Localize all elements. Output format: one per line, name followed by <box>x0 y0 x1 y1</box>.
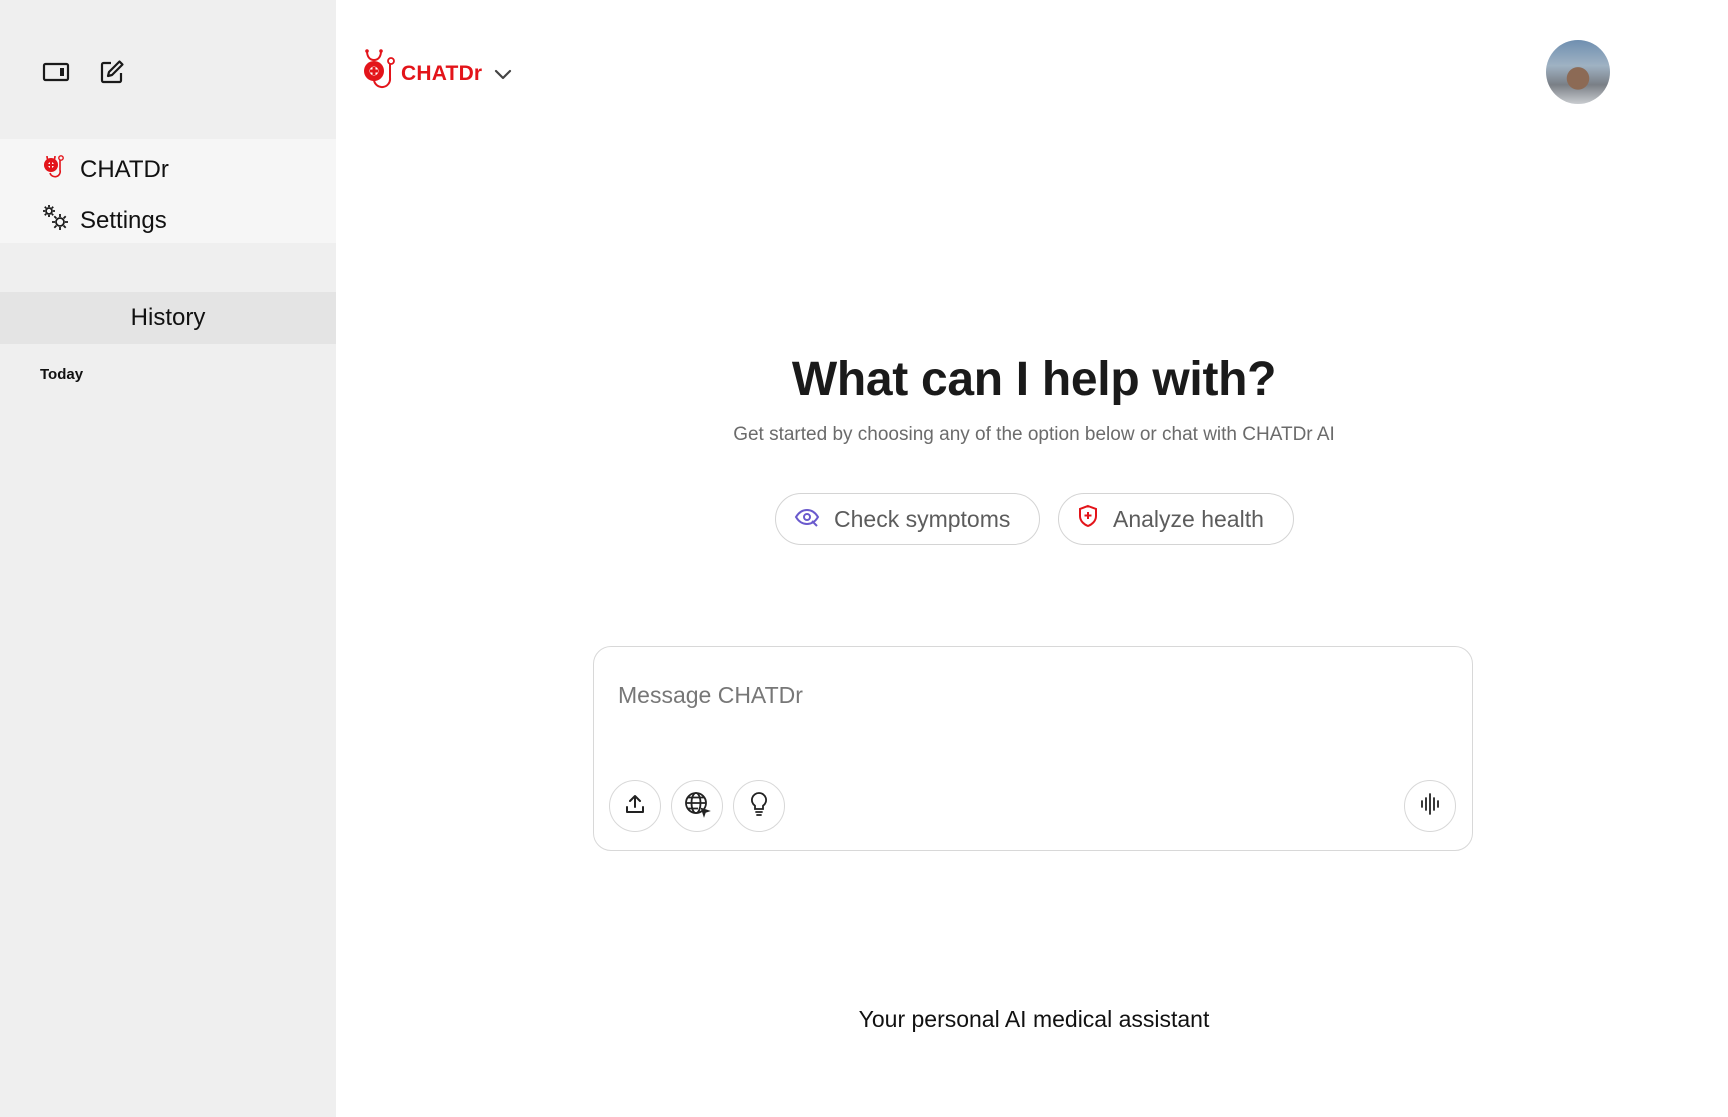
page-subtitle: Get started by choosing any of the optio… <box>733 424 1335 445</box>
lightbulb-icon <box>747 791 771 822</box>
message-composer <box>593 646 1473 851</box>
app-root: CHATDr Settings History Today CHATDr Wha… <box>0 0 1728 1117</box>
sidebar-nav: CHATDr Settings <box>0 139 336 243</box>
eye-icon <box>794 506 820 533</box>
web-search-button[interactable] <box>671 780 723 832</box>
upload-icon <box>623 792 647 821</box>
ideas-button[interactable] <box>733 780 785 832</box>
sidebar-item-label: Settings <box>80 206 167 234</box>
analyze-health-button[interactable]: Analyze health <box>1058 493 1294 545</box>
page-title: What can I help with? <box>791 353 1277 406</box>
audio-waveform-icon <box>1417 791 1443 822</box>
tagline: Your personal AI medical assistant <box>858 1006 1210 1032</box>
upload-button[interactable] <box>609 780 661 832</box>
model-selector[interactable]: CHATDr <box>361 47 512 100</box>
chatdr-logo-icon <box>40 151 70 188</box>
globe-cursor-icon <box>683 790 711 823</box>
history-group-today: Today <box>40 366 84 383</box>
chatdr-logo-icon <box>361 47 399 100</box>
avatar[interactable] <box>1546 40 1610 104</box>
check-symptoms-button[interactable]: Check symptoms <box>775 493 1040 545</box>
brand-name: CHATDr <box>401 61 483 85</box>
chevron-down-icon <box>494 68 512 80</box>
chip-label: Analyze health <box>1113 505 1264 532</box>
voice-input-button[interactable] <box>1404 780 1456 832</box>
sidebar: CHATDr Settings History Today <box>0 0 336 1117</box>
gears-icon <box>40 202 70 239</box>
sidebar-item-chatdr[interactable]: CHATDr <box>40 151 169 188</box>
composer-tools <box>609 780 785 832</box>
suggestion-chips: Check symptoms Analyze health <box>775 493 1294 545</box>
message-input[interactable] <box>618 677 1438 713</box>
sidebar-item-settings[interactable]: Settings <box>40 202 167 239</box>
new-chat-icon[interactable] <box>96 56 128 88</box>
toggle-sidebar-icon[interactable] <box>40 56 72 88</box>
sidebar-toolbar <box>40 56 128 88</box>
chip-label: Check symptoms <box>834 505 1011 532</box>
shield-plus-icon <box>1077 504 1099 534</box>
history-header: History <box>0 292 336 344</box>
sidebar-item-label: CHATDr <box>80 155 169 183</box>
